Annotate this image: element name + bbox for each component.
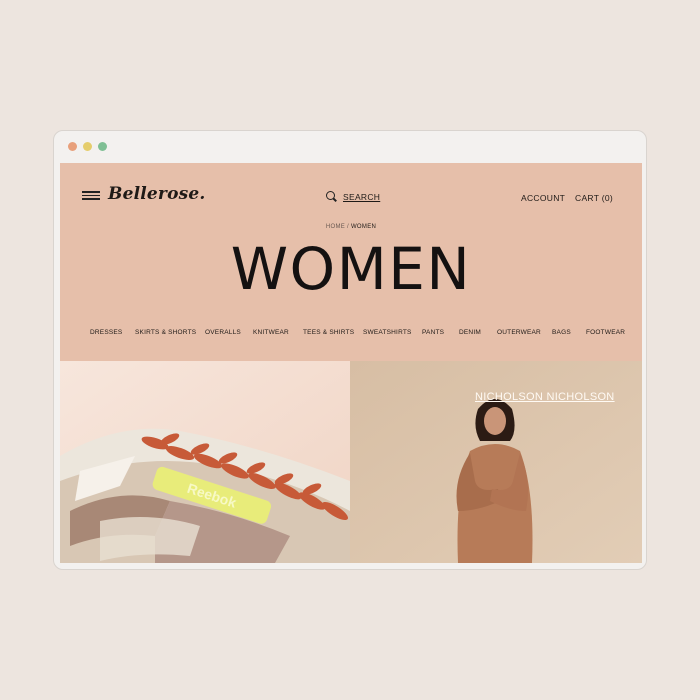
nav-item-bags[interactable]: BAGS xyxy=(552,329,571,336)
page-title: WOMEN xyxy=(230,235,472,303)
nav-item-tees-shirts[interactable]: TEES & SHIRTS xyxy=(303,329,354,336)
minimize-window-icon[interactable] xyxy=(83,142,92,151)
browser-window: Bellerose. SEARCH ACCOUNT CART (0) HOME … xyxy=(53,130,647,570)
maximize-window-icon[interactable] xyxy=(98,142,107,151)
nav-item-overalls[interactable]: OVERALLS xyxy=(205,329,241,336)
nav-item-pants[interactable]: PANTS xyxy=(422,329,444,336)
search-button[interactable]: SEARCH xyxy=(326,191,380,202)
breadcrumb-current: WOMEN xyxy=(350,224,377,230)
nav-item-footwear[interactable]: FOOTWEAR xyxy=(586,329,625,336)
brand-logo[interactable]: Bellerose. xyxy=(108,184,206,204)
browser-chrome xyxy=(54,131,646,163)
nav-item-outerwear[interactable]: OUTERWEAR xyxy=(497,329,541,336)
page-viewport: Bellerose. SEARCH ACCOUNT CART (0) HOME … xyxy=(60,163,642,563)
breadcrumb-home[interactable]: HOME xyxy=(326,224,345,230)
breadcrumb: HOME / WOMEN xyxy=(60,224,642,230)
nav-item-sweatshirts[interactable]: SWEATSHIRTS xyxy=(363,329,412,336)
search-icon xyxy=(326,191,337,202)
nav-item-denim[interactable]: DENIM xyxy=(459,329,481,336)
close-window-icon[interactable] xyxy=(68,142,77,151)
featured-brand-link[interactable]: NICHOLSON NICHOLSON xyxy=(475,391,615,403)
search-label: SEARCH xyxy=(343,191,381,202)
cart-link[interactable]: CART (0) xyxy=(575,193,613,203)
nav-item-knitwear[interactable]: KNITWEAR xyxy=(253,329,289,336)
account-link[interactable]: ACCOUNT xyxy=(521,193,565,203)
sneaker-illustration: Reebok xyxy=(60,361,350,563)
nav-item-dresses[interactable]: DRESSES xyxy=(90,329,122,336)
hamburger-icon[interactable] xyxy=(82,191,100,200)
category-nav: DRESSES SKIRTS & SHORTS OVERALLS KNITWEA… xyxy=(60,329,642,341)
category-header: Bellerose. SEARCH ACCOUNT CART (0) HOME … xyxy=(60,163,642,361)
featured-model-image[interactable]: NICHOLSON NICHOLSON xyxy=(350,361,642,563)
featured-sneaker-image[interactable]: Reebok xyxy=(60,361,350,563)
nav-item-skirts-shorts[interactable]: SKIRTS & SHORTS xyxy=(135,329,196,336)
